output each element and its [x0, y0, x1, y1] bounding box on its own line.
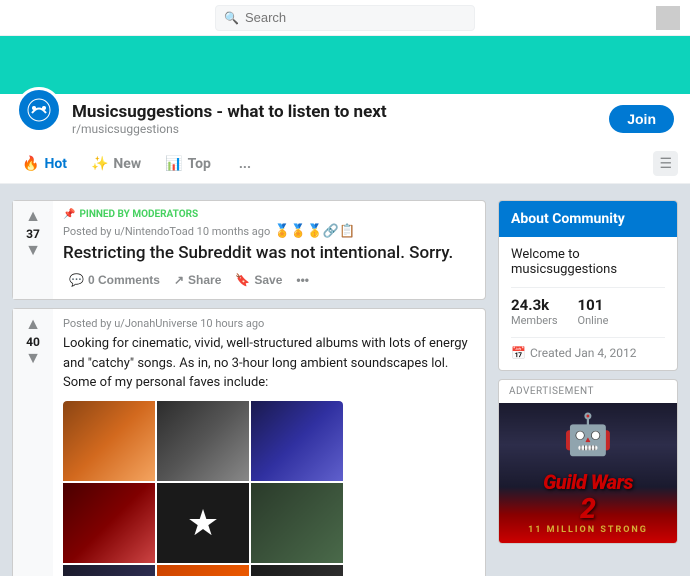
search-icon: 🔍 — [224, 11, 239, 25]
about-community-card: About Community Welcome to musicsuggesti… — [498, 200, 678, 371]
subreddit-name: r/musicsuggestions — [72, 122, 387, 136]
search-box[interactable]: 🔍 — [215, 5, 475, 31]
post-emojis: 🏅🏅🥇🔗📋 — [274, 224, 355, 239]
posts-feed: ▲ 37 ▼ 📌 PINNED BY MODERATORS Posted by … — [12, 200, 486, 560]
comment-icon: 💬 — [69, 273, 84, 287]
main-content: ▲ 37 ▼ 📌 PINNED BY MODERATORS Posted by … — [0, 184, 690, 576]
join-button[interactable]: Join — [609, 105, 674, 133]
members-count: 24.3k — [511, 296, 558, 314]
more-button-1[interactable]: ••• — [290, 269, 315, 291]
subreddit-title: Musicsuggestions - what to listen to nex… — [72, 102, 387, 122]
online-label: Online — [578, 314, 609, 327]
vote-count-2: 40 — [26, 335, 40, 349]
album-image-7 — [63, 565, 155, 576]
tab-hot[interactable]: 🔥 Hot — [12, 148, 77, 180]
advertisement-card: ADVERTISEMENT 🤖 Guild Wars 2 11 MILLION … — [498, 379, 678, 544]
album-image-grid: ★ — [63, 401, 343, 576]
about-welcome-text: Welcome to musicsuggestions — [511, 247, 665, 277]
calendar-icon: 📅 — [511, 346, 526, 360]
album-image-5: ★ — [157, 483, 249, 563]
share-button-1[interactable]: ↗ Share — [168, 269, 227, 291]
post-card-2: ▲ 40 ▼ Posted by u/JonahUniverse 10 hour… — [12, 308, 486, 576]
created-date: 📅 Created Jan 4, 2012 — [511, 346, 665, 360]
pinned-icon: 📌 — [63, 209, 75, 220]
post-title-1[interactable]: Restricting the Subreddit was not intent… — [63, 243, 475, 263]
about-header: About Community — [499, 201, 677, 237]
hot-icon: 🔥 — [22, 156, 39, 172]
vote-col-1: ▲ 37 ▼ — [13, 201, 53, 299]
star-icon: ★ — [187, 502, 219, 544]
online-stat: 101 Online — [578, 296, 609, 327]
post-actions-1: 💬 0 Comments ↗ Share 🔖 Save ••• — [63, 269, 475, 291]
moderator-tag: PINNED BY MODERATORS — [79, 209, 198, 220]
new-icon: ✨ — [91, 156, 108, 172]
album-image-6 — [251, 483, 343, 563]
subreddit-logo — [16, 87, 62, 133]
post-body-2: Looking for cinematic, vivid, well-struc… — [63, 334, 475, 393]
downvote-2[interactable]: ▼ — [25, 351, 41, 367]
ad-title: Guild Wars — [543, 472, 633, 492]
save-button-1[interactable]: 🔖 Save — [229, 269, 288, 291]
avatar — [656, 6, 680, 30]
view-toggle-button[interactable]: ☰ — [653, 151, 678, 176]
save-icon: 🔖 — [235, 273, 250, 287]
subreddit-info: Musicsuggestions - what to listen to nex… — [16, 102, 387, 136]
about-divider-2 — [511, 337, 665, 338]
tab-top[interactable]: 📊 Top — [155, 148, 221, 180]
top-icon: 📊 — [165, 156, 182, 172]
album-image-2 — [157, 401, 249, 481]
ad-robot-icon: 🤖 — [563, 411, 613, 458]
post-card-1: ▲ 37 ▼ 📌 PINNED BY MODERATORS Posted by … — [12, 200, 486, 300]
vote-count-1: 37 — [26, 227, 40, 241]
view-options: ☰ — [653, 151, 678, 176]
tab-more[interactable]: ... — [229, 148, 261, 180]
about-body: Welcome to musicsuggestions 24.3k Member… — [499, 237, 677, 370]
logo-icon — [25, 96, 53, 124]
nav-tabs: 🔥 Hot ✨ New 📊 Top ... ☰ — [0, 144, 690, 184]
post-author-2: Posted by u/JonahUniverse 10 hours ago — [63, 317, 475, 330]
share-icon: ↗ — [174, 273, 184, 287]
subreddit-banner — [0, 36, 690, 94]
album-image-1 — [63, 401, 155, 481]
album-image-3 — [251, 401, 343, 481]
sidebar: About Community Welcome to musicsuggesti… — [498, 200, 678, 560]
comments-button-1[interactable]: 💬 0 Comments — [63, 269, 166, 291]
post-content-1: 📌 PINNED BY MODERATORS Posted by u/Ninte… — [53, 201, 485, 299]
tab-new[interactable]: ✨ New — [81, 148, 151, 180]
downvote-1[interactable]: ▼ — [25, 243, 41, 259]
album-image-8 — [157, 565, 249, 576]
top-bar: 🔍 — [0, 0, 690, 36]
upvote-1[interactable]: ▲ — [25, 209, 41, 225]
album-image-4 — [63, 483, 155, 563]
ad-number: 2 — [580, 492, 596, 525]
subreddit-header: Musicsuggestions - what to listen to nex… — [0, 94, 690, 144]
post-content-2: Posted by u/JonahUniverse 10 hours ago L… — [53, 309, 485, 576]
post-meta-1: 📌 PINNED BY MODERATORS — [63, 209, 475, 220]
ad-image[interactable]: 🤖 Guild Wars 2 11 MILLION STRONG — [499, 403, 677, 543]
about-stats: 24.3k Members 101 Online — [511, 296, 665, 327]
ad-label: ADVERTISEMENT — [499, 380, 677, 403]
upvote-2[interactable]: ▲ — [25, 317, 41, 333]
about-divider — [511, 287, 665, 288]
subreddit-text: Musicsuggestions - what to listen to nex… — [72, 102, 387, 136]
members-stat: 24.3k Members — [511, 296, 558, 327]
members-label: Members — [511, 314, 558, 327]
search-input[interactable] — [245, 10, 466, 25]
vote-col-2: ▲ 40 ▼ — [13, 309, 53, 576]
online-count: 101 — [578, 296, 609, 314]
post-author-1: Posted by u/NintendoToad 10 months ago 🏅… — [63, 224, 475, 239]
ad-tagline: 11 MILLION STRONG — [528, 525, 648, 535]
album-image-9 — [251, 565, 343, 576]
